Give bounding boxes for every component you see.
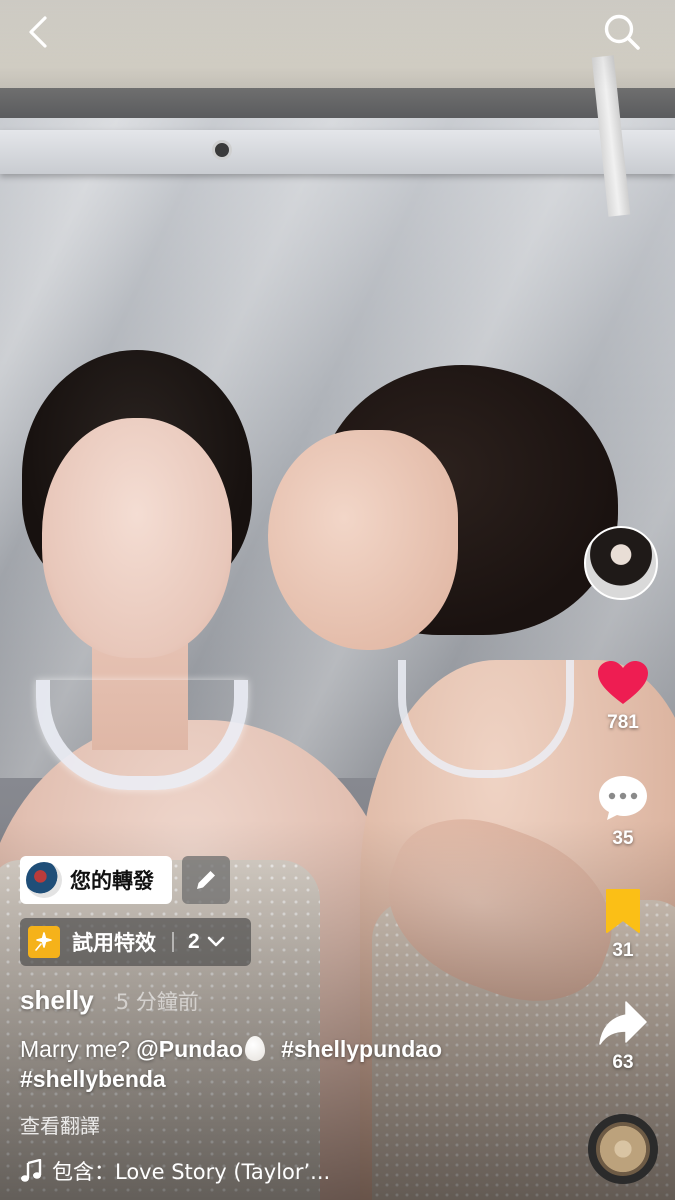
save-button[interactable]: 31 — [583, 888, 663, 962]
comment-button[interactable]: 35 — [583, 774, 663, 850]
creator-avatar[interactable] — [584, 526, 658, 600]
try-effect-label: 試用特效 — [72, 931, 156, 955]
back-icon — [29, 16, 47, 48]
post-timestamp: 5 分鐘前 — [115, 990, 199, 1014]
top-gradient — [0, 0, 675, 90]
tarp-hem — [0, 130, 675, 174]
share-icon — [599, 1001, 647, 1045]
heart-icon — [598, 661, 648, 704]
right-person-face — [268, 430, 458, 650]
save-count: 31 — [612, 940, 634, 961]
post-caption: Marry me? @Pundao #shellypundao #shellybe… — [20, 1034, 560, 1094]
comment-count: 35 — [612, 828, 634, 849]
back-button[interactable] — [14, 8, 62, 56]
try-effect-chip[interactable]: 試用特效 2 — [20, 918, 251, 966]
search-button[interactable] — [598, 8, 646, 56]
caption-hashtag[interactable]: #shellybenda — [20, 1066, 166, 1092]
music-note-icon — [21, 1159, 42, 1182]
effect-thumbnail — [28, 926, 60, 958]
like-button[interactable]: 781 — [583, 660, 663, 734]
author-username[interactable]: shelly — [20, 985, 94, 1016]
caption-hashtag[interactable]: #shellypundao — [281, 1036, 442, 1062]
search-icon — [604, 14, 640, 50]
edit-repost-button[interactable] — [182, 856, 230, 904]
comment-icon — [599, 776, 647, 820]
bookmark-icon — [606, 889, 640, 933]
music-disc[interactable] — [588, 1114, 658, 1184]
repost-label: 您的轉發 — [70, 869, 154, 893]
repost-chip[interactable]: 您的轉發 — [20, 856, 172, 904]
music-row[interactable]: 包含：Love Story (Taylor’... — [20, 1156, 330, 1186]
tarp-grommet — [212, 140, 232, 160]
see-translation-link[interactable]: 查看翻譯 — [20, 1110, 100, 1139]
video-frame[interactable] — [0, 0, 675, 1200]
share-button[interactable]: 63 — [583, 1000, 663, 1074]
pencil-icon — [197, 871, 215, 889]
chevron-down-icon — [207, 936, 224, 947]
sparkle-icon — [35, 932, 52, 951]
caption-mention[interactable]: @Pundao — [136, 1036, 243, 1062]
effect-divider — [172, 932, 174, 952]
share-count: 63 — [612, 1052, 634, 1073]
left-person-face — [42, 418, 232, 658]
effect-count: 2 — [188, 930, 200, 953]
caption-text: Marry me? — [20, 1036, 137, 1062]
like-count: 781 — [607, 712, 639, 733]
music-label: 包含：Love Story (Taylor’... — [52, 1160, 331, 1184]
egg-emoji — [245, 1036, 266, 1061]
repost-avatar — [26, 862, 62, 898]
author-row: shelly 5 分鐘前 — [20, 985, 199, 1016]
